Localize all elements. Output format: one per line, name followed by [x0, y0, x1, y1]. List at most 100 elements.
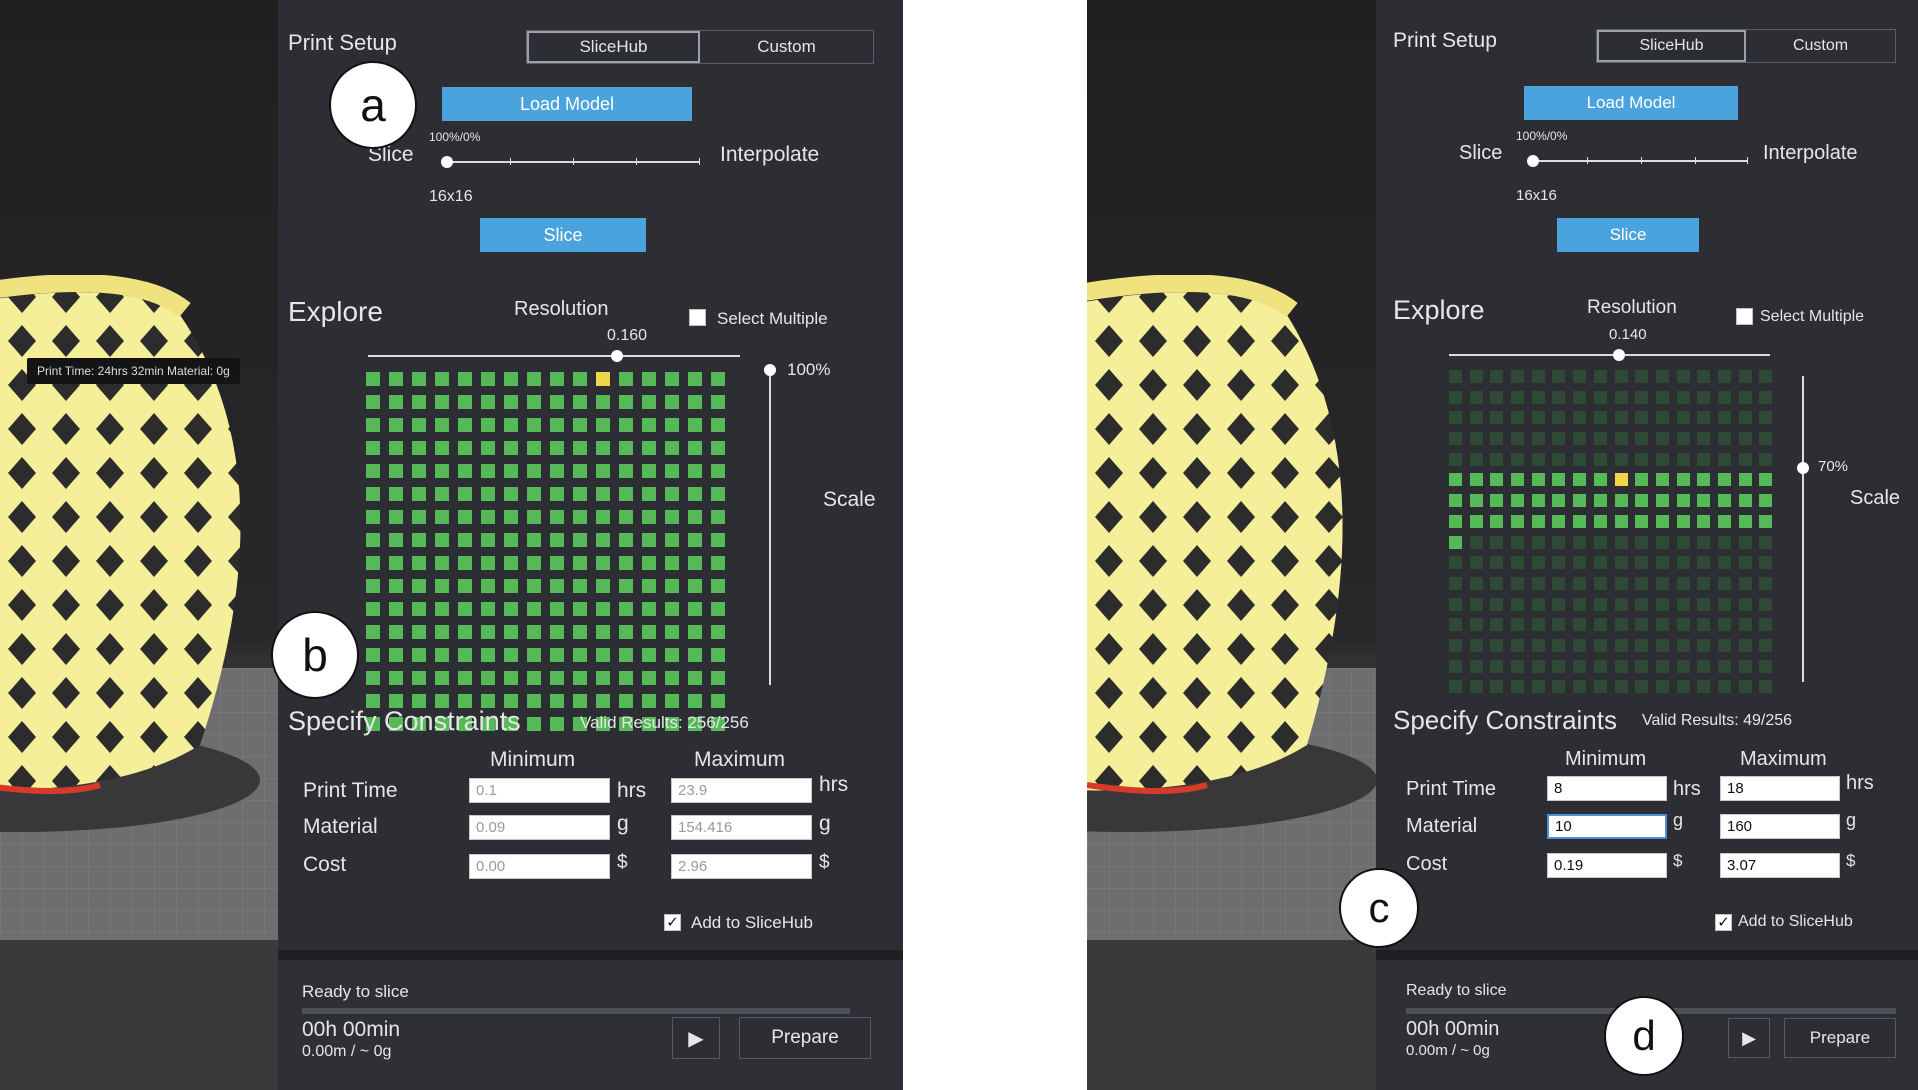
result-cell[interactable] [1531, 452, 1545, 466]
result-cell[interactable] [435, 372, 449, 386]
result-cell[interactable] [527, 510, 541, 524]
result-cell[interactable] [1552, 680, 1566, 694]
vase-model-icon[interactable] [1087, 275, 1376, 835]
result-cell[interactable] [1676, 659, 1690, 673]
result-cell[interactable] [1511, 370, 1525, 383]
result-cell[interactable] [1449, 556, 1462, 570]
result-cell[interactable] [619, 395, 633, 409]
result-cell[interactable] [481, 648, 495, 662]
select-multiple-checkbox[interactable] [1736, 308, 1753, 325]
result-cell[interactable] [504, 487, 518, 501]
result-cell[interactable] [665, 395, 679, 409]
result-cell[interactable] [1697, 452, 1711, 466]
result-cell[interactable] [1490, 390, 1504, 404]
result-cell[interactable] [1449, 535, 1462, 549]
result-cell[interactable] [435, 533, 449, 547]
result-cell[interactable] [1573, 618, 1587, 632]
result-cell[interactable] [1655, 556, 1669, 570]
interpolation-slider-handle[interactable] [1527, 155, 1539, 167]
result-cell[interactable] [1490, 494, 1504, 508]
result-cell[interactable] [596, 579, 610, 593]
result-cell[interactable] [619, 579, 633, 593]
result-cell[interactable] [1511, 618, 1525, 632]
result-cell[interactable] [458, 533, 472, 547]
result-cell[interactable] [1717, 535, 1731, 549]
result-cell[interactable] [642, 671, 656, 685]
result-cell[interactable] [458, 395, 472, 409]
result-cell[interactable] [412, 648, 426, 662]
result-cell[interactable] [366, 441, 380, 455]
cost-max-input[interactable]: 3.07 [1720, 853, 1840, 878]
add-to-slicehub-checkbox[interactable]: ✓ [664, 914, 681, 931]
result-cell[interactable] [1449, 494, 1462, 508]
result-cell[interactable] [1449, 411, 1462, 425]
result-cell[interactable] [1531, 618, 1545, 632]
result-cell[interactable] [573, 487, 587, 501]
result-cell[interactable] [435, 648, 449, 662]
result-cell[interactable] [366, 510, 380, 524]
result-cell[interactable] [1717, 452, 1731, 466]
result-cell[interactable] [573, 602, 587, 616]
result-cell[interactable] [1449, 618, 1462, 632]
result-cell[interactable] [1593, 659, 1607, 673]
result-cell[interactable] [573, 533, 587, 547]
tab-slicehub[interactable]: SliceHub [1597, 30, 1746, 62]
result-cell[interactable] [1449, 370, 1462, 383]
result-cell[interactable] [550, 694, 564, 708]
result-cell[interactable] [1490, 576, 1504, 590]
result-cell[interactable] [1552, 452, 1566, 466]
result-cell[interactable] [665, 418, 679, 432]
result-cell[interactable] [1676, 597, 1690, 611]
result-cell[interactable] [412, 625, 426, 639]
result-cell[interactable] [1635, 494, 1649, 508]
result-cell[interactable] [435, 671, 449, 685]
tab-custom[interactable]: Custom [1746, 30, 1895, 62]
result-cell[interactable] [1511, 556, 1525, 570]
result-cell[interactable] [573, 510, 587, 524]
result-cell[interactable] [1552, 597, 1566, 611]
result-cell[interactable] [642, 579, 656, 593]
result-cell[interactable] [642, 372, 656, 386]
result-cell[interactable] [1717, 494, 1731, 508]
result-cell[interactable] [1738, 576, 1752, 590]
result-cell[interactable] [1655, 473, 1669, 487]
result-cell[interactable] [1449, 659, 1462, 673]
result-cell[interactable] [1697, 576, 1711, 590]
result-cell[interactable] [435, 418, 449, 432]
result-cell[interactable] [1635, 618, 1649, 632]
result-cell[interactable] [1511, 597, 1525, 611]
result-cell[interactable] [1552, 638, 1566, 652]
result-cell[interactable] [1469, 514, 1483, 528]
result-cell[interactable] [1655, 411, 1669, 425]
result-cell[interactable] [596, 556, 610, 570]
result-cell[interactable] [1469, 390, 1483, 404]
result-cell[interactable] [1573, 597, 1587, 611]
result-cell[interactable] [1738, 638, 1752, 652]
result-cell[interactable] [688, 395, 702, 409]
result-cell[interactable] [1759, 473, 1773, 487]
result-cell[interactable] [1511, 576, 1525, 590]
result-cell[interactable] [1469, 432, 1483, 446]
result-cell[interactable] [1449, 390, 1462, 404]
result-cell[interactable] [665, 671, 679, 685]
result-cell[interactable] [504, 556, 518, 570]
result-cell[interactable] [458, 441, 472, 455]
result-cell[interactable] [1593, 473, 1607, 487]
result-cell[interactable] [435, 556, 449, 570]
result-cell[interactable] [1759, 370, 1773, 383]
result-cell[interactable] [1469, 659, 1483, 673]
result-cell[interactable] [1531, 556, 1545, 570]
result-cell[interactable] [366, 602, 380, 616]
result-cell[interactable] [366, 487, 380, 501]
result-cell[interactable] [1759, 576, 1773, 590]
result-cell[interactable] [481, 372, 495, 386]
result-cell[interactable] [458, 372, 472, 386]
result-cell[interactable] [1614, 556, 1628, 570]
result-cell[interactable] [550, 556, 564, 570]
result-cell[interactable] [550, 487, 564, 501]
result-cell[interactable] [619, 556, 633, 570]
result-cell[interactable] [1655, 638, 1669, 652]
result-cell[interactable] [1573, 452, 1587, 466]
result-cell[interactable] [435, 487, 449, 501]
result-cell[interactable] [1759, 494, 1773, 508]
